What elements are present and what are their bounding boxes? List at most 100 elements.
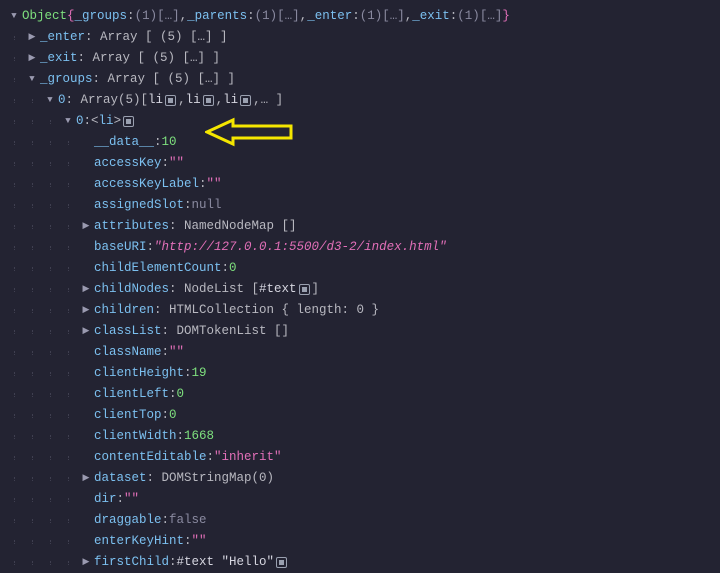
tag-name: li — [99, 111, 114, 132]
prop-value: 1668 — [184, 426, 214, 447]
twist-none — [80, 258, 92, 279]
brace-close: } — [502, 6, 510, 27]
tree-row[interactable]: ▶attributes: NamedNodeMap [] — [8, 216, 712, 237]
text-node-label: #text — [259, 279, 297, 300]
prop-key: 0 — [58, 90, 66, 111]
tree-row[interactable]: clientWidth: 1668 — [8, 426, 712, 447]
tree-row[interactable]: ▶classList: DOMTokenList [] — [8, 321, 712, 342]
object-header-row[interactable]: ▼ Object { _groups: (1) […] , _parents: … — [8, 6, 712, 27]
prop-value: 0 — [169, 405, 177, 426]
tree-row[interactable]: ▼_groups: Array [ (5) […] ] — [8, 69, 712, 90]
twist-none — [80, 426, 92, 447]
prop-value: "" — [124, 489, 139, 510]
prop-key: _exit — [40, 48, 78, 69]
twist-none — [80, 132, 92, 153]
prop-value: "" — [169, 153, 184, 174]
prop-key: attributes — [94, 216, 169, 237]
twist-none — [80, 153, 92, 174]
tree-row[interactable]: ▶firstChild: #text "Hello" — [8, 552, 712, 573]
twist-right-icon[interactable]: ▶ — [80, 216, 92, 237]
prop-key: enterKeyHint — [94, 531, 184, 552]
hdr-parents-key: _parents — [187, 6, 247, 27]
twist-none — [80, 237, 92, 258]
tree-row[interactable]: childElementCount: 0 — [8, 258, 712, 279]
li-label: li — [186, 90, 201, 111]
tree-row[interactable]: baseURI: "http://127.0.0.1:5500/d3-2/ind… — [8, 237, 712, 258]
node-target-icon[interactable] — [240, 95, 251, 106]
node-target-icon[interactable] — [203, 95, 214, 106]
prop-key: children — [94, 300, 154, 321]
prop-key: clientWidth — [94, 426, 177, 447]
prop-value: "" — [169, 342, 184, 363]
tree-row[interactable]: ▶children: HTMLCollection { length: 0 } — [8, 300, 712, 321]
tree-body: ▶_enter: Array [ (5) […] ]▶_exit: Array … — [8, 27, 712, 573]
brace-open: { — [67, 6, 75, 27]
twist-none — [80, 405, 92, 426]
hdr-enter-key: _enter — [307, 6, 352, 27]
tree-row[interactable]: clientLeft: 0 — [8, 384, 712, 405]
tree-row[interactable]: accessKeyLabel: "" — [8, 174, 712, 195]
tree-row[interactable]: draggable: false — [8, 510, 712, 531]
twist-right-icon[interactable]: ▶ — [26, 48, 38, 69]
prop-key: contentEditable — [94, 447, 207, 468]
twist-right-icon[interactable]: ▶ — [80, 552, 92, 573]
tree-row[interactable]: ▼0: Array(5) [ li , li , li , … ] — [8, 90, 712, 111]
tree-row[interactable]: __data__: 10 — [8, 132, 712, 153]
twist-down-icon[interactable]: ▼ — [8, 6, 20, 27]
prop-key: baseURI — [94, 237, 147, 258]
twist-right-icon[interactable]: ▶ — [80, 468, 92, 489]
prop-value: "http://127.0.0.1:5500/d3-2/index.html" — [154, 237, 447, 258]
twist-right-icon[interactable]: ▶ — [80, 321, 92, 342]
prop-value: "" — [207, 174, 222, 195]
twist-down-icon[interactable]: ▼ — [26, 69, 38, 90]
tree-row[interactable]: clientHeight: 19 — [8, 363, 712, 384]
prop-key: clientTop — [94, 405, 162, 426]
prop-value: "inherit" — [214, 447, 282, 468]
li-label: li — [148, 90, 163, 111]
tree-row[interactable]: contentEditable: "inherit" — [8, 447, 712, 468]
twist-none — [80, 510, 92, 531]
tree-row[interactable]: enterKeyHint: "" — [8, 531, 712, 552]
twist-down-icon[interactable]: ▼ — [62, 111, 74, 132]
hdr-exit-key: _exit — [412, 6, 450, 27]
tree-row[interactable]: ▶childNodes: NodeList [ #text ] — [8, 279, 712, 300]
tree-row[interactable]: assignedSlot: null — [8, 195, 712, 216]
li-label: li — [223, 90, 238, 111]
tree-row[interactable]: ▼0: <li> — [8, 111, 712, 132]
prop-value: 19 — [192, 363, 207, 384]
twist-right-icon[interactable]: ▶ — [80, 300, 92, 321]
node-target-icon[interactable] — [165, 95, 176, 106]
tree-row[interactable]: ▶_enter: Array [ (5) […] ] — [8, 27, 712, 48]
twist-none — [80, 384, 92, 405]
hdr-groups-count: (1) — [135, 6, 158, 27]
prop-key: firstChild — [94, 552, 169, 573]
prop-key: assignedSlot — [94, 195, 184, 216]
ellipsis: […] — [157, 6, 180, 27]
tree-row[interactable]: className: "" — [8, 342, 712, 363]
tree-row[interactable]: dir: "" — [8, 489, 712, 510]
prop-key: className — [94, 342, 162, 363]
node-target-icon[interactable] — [276, 557, 287, 568]
hdr-parents-count: (1) — [255, 6, 278, 27]
tree-row[interactable]: clientTop: 0 — [8, 405, 712, 426]
prop-value: "" — [192, 531, 207, 552]
twist-none — [80, 174, 92, 195]
node-target-icon[interactable] — [299, 284, 310, 295]
twist-right-icon[interactable]: ▶ — [26, 27, 38, 48]
object-label: Object — [22, 6, 67, 27]
twist-right-icon[interactable]: ▶ — [80, 279, 92, 300]
prop-key: _groups — [40, 69, 93, 90]
node-target-icon[interactable] — [123, 116, 134, 127]
prop-key: draggable — [94, 510, 162, 531]
twist-none — [80, 447, 92, 468]
prop-key: dir — [94, 489, 117, 510]
tree-row[interactable]: ▶_exit: Array [ (5) […] ] — [8, 48, 712, 69]
tree-row[interactable]: accessKey: "" — [8, 153, 712, 174]
hdr-groups-key: _groups — [75, 6, 128, 27]
tree-row[interactable]: ▶dataset: DOMStringMap(0) — [8, 468, 712, 489]
twist-down-icon[interactable]: ▼ — [44, 90, 56, 111]
prop-key: __data__ — [94, 132, 154, 153]
prop-value: false — [169, 510, 207, 531]
prop-value: null — [192, 195, 222, 216]
first-child-value: #text "Hello" — [177, 552, 275, 573]
